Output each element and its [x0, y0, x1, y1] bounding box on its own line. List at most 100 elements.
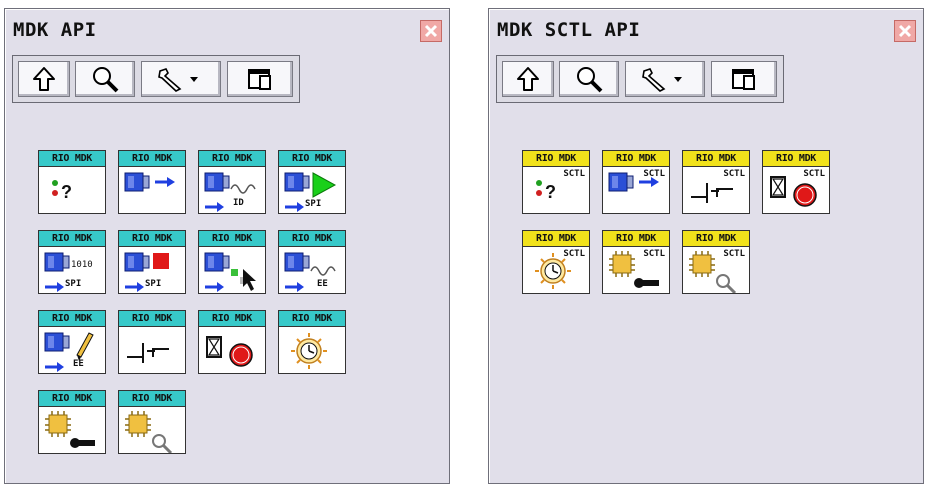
mdk-sctl-api-palette: MDK SCTL API RIO MDK? SCTL RIO MDK SCTL RIO …: [488, 8, 924, 484]
vi-icon-header: RIO MDK: [522, 150, 590, 167]
vi-icon-header: RIO MDK: [278, 230, 346, 247]
vi-icon-body: EE: [38, 327, 106, 374]
vi-icon-sublabel: SPI: [145, 279, 162, 289]
vi-icon-body: [118, 327, 186, 374]
up-arrow-icon: [33, 67, 55, 91]
vi-icon-body: [198, 327, 266, 374]
palette-toolbar: [12, 55, 300, 103]
vi-icon[interactable]: RIO MDK SPI: [278, 150, 346, 214]
vi-icon-body: SPI: [118, 247, 186, 294]
hourglass-stop-icon: [206, 336, 253, 367]
svg-text:?: ?: [61, 182, 72, 202]
vi-icon[interactable]: RIO MDK: [278, 310, 346, 374]
sctl-label: SCTL: [643, 249, 665, 259]
vi-icon-body: ? SCTL: [522, 167, 590, 214]
vi-icon-header: RIO MDK: [198, 310, 266, 327]
vi-icon-body: [278, 327, 346, 374]
read-id-icon: [204, 172, 256, 212]
vi-icon[interactable]: RIO MDK: [118, 310, 186, 374]
vi-icon-sublabel: EE: [317, 279, 328, 289]
vi-icon-header: RIO MDK: [118, 230, 186, 247]
close-icon: [898, 24, 912, 38]
up-button[interactable]: [18, 61, 70, 97]
vi-icon[interactable]: RIO MDK SCTL: [682, 150, 750, 214]
sctl-label: SCTL: [803, 169, 825, 179]
svg-text:?: ?: [545, 182, 556, 202]
search-icon: [577, 67, 603, 93]
select-icon: [204, 252, 256, 292]
vi-icon-header: RIO MDK: [38, 390, 106, 407]
window-button[interactable]: [711, 61, 777, 97]
mdk-api-palette: MDK API RIO MDK? RIO MDK RIO MDK ID RIO MDK S…: [4, 8, 450, 484]
vi-icon[interactable]: RIO MDK SCTL: [522, 230, 590, 294]
vi-icon-body: SPI: [278, 167, 346, 214]
vi-icon-header: RIO MDK: [682, 150, 750, 167]
vi-icon-body: ID: [198, 167, 266, 214]
sctl-label: SCTL: [723, 249, 745, 259]
vi-icon[interactable]: RIO MDK: [118, 390, 186, 454]
svg-text:1010: 1010: [71, 260, 93, 270]
vi-icon[interactable]: RIO MDK: [198, 310, 266, 374]
search-icon: [93, 67, 119, 93]
sctl-label: SCTL: [723, 169, 745, 179]
vi-icon-header: RIO MDK: [522, 230, 590, 247]
vi-icon-header: RIO MDK: [118, 150, 186, 167]
title-bar[interactable]: MDK SCTL API: [489, 9, 923, 45]
up-button[interactable]: [502, 61, 554, 97]
vi-icon[interactable]: RIO MDK EE: [278, 230, 346, 294]
palette-title: MDK SCTL API: [497, 19, 641, 41]
search-button[interactable]: [75, 61, 135, 97]
close-icon: [424, 24, 438, 38]
ee-write-icon: [44, 332, 94, 372]
vi-icon-sublabel: ID: [233, 198, 244, 208]
vi-icon-body: 1010 SPI: [38, 247, 106, 294]
vi-icon-body: SCTL: [602, 167, 670, 214]
vi-icon[interactable]: RIO MDK 1010 SPI: [38, 230, 106, 294]
vi-icon[interactable]: RIO MDK SCTL: [602, 150, 670, 214]
vi-icon-header: RIO MDK: [118, 310, 186, 327]
close-button[interactable]: [420, 20, 442, 42]
title-bar[interactable]: MDK API: [5, 9, 449, 45]
search-button[interactable]: [559, 61, 619, 97]
vi-icon[interactable]: RIO MDK EE: [38, 310, 106, 374]
vi-icon-body: SCTL: [602, 247, 670, 294]
vi-icon-header: RIO MDK: [762, 150, 830, 167]
vi-icon[interactable]: RIO MDK SCTL: [602, 230, 670, 294]
options-dropdown-button[interactable]: [141, 61, 221, 97]
vi-icon-body: [118, 407, 186, 454]
vi-icon[interactable]: RIO MDK? SCTL: [522, 150, 590, 214]
up-arrow-icon: [517, 67, 539, 91]
vi-icon-header: RIO MDK: [118, 390, 186, 407]
vi-icon-header: RIO MDK: [198, 230, 266, 247]
sctl-label: SCTL: [563, 169, 585, 179]
vi-icon-body: SCTL: [682, 167, 750, 214]
ee-wave-icon: [284, 252, 336, 292]
close-button[interactable]: [894, 20, 916, 42]
palette-toolbar: [496, 55, 784, 103]
step-icon: [127, 343, 169, 363]
vi-icon-body: SCTL: [522, 247, 590, 294]
vi-icon-body: ?: [38, 167, 106, 214]
options-dropdown-button[interactable]: [625, 61, 705, 97]
vi-icon-header: RIO MDK: [278, 310, 346, 327]
vi-icon[interactable]: RIO MDK SCTL: [762, 150, 830, 214]
vi-icon[interactable]: RIO MDK SCTL: [682, 230, 750, 294]
vi-icon[interactable]: RIO MDK: [118, 150, 186, 214]
chip-key-icon: [45, 411, 95, 448]
query-icon: ?: [52, 180, 72, 202]
vi-icon[interactable]: RIO MDK?: [38, 150, 106, 214]
vi-icon-sublabel: SPI: [65, 279, 82, 289]
chip-search-icon: [125, 411, 173, 453]
sun-clock-icon: [291, 333, 327, 369]
palette-title: MDK API: [13, 19, 97, 41]
window-icon: [732, 69, 755, 90]
vi-icon[interactable]: RIO MDK: [198, 230, 266, 294]
vi-icon-body: [198, 247, 266, 294]
vi-icon[interactable]: RIO MDK SPI: [118, 230, 186, 294]
vi-icon-header: RIO MDK: [278, 150, 346, 167]
window-icon: [248, 69, 271, 90]
vi-icon[interactable]: RIO MDK ID: [198, 150, 266, 214]
window-button[interactable]: [227, 61, 293, 97]
vi-icon[interactable]: RIO MDK: [38, 390, 106, 454]
vi-icon-sublabel: EE: [73, 359, 84, 369]
